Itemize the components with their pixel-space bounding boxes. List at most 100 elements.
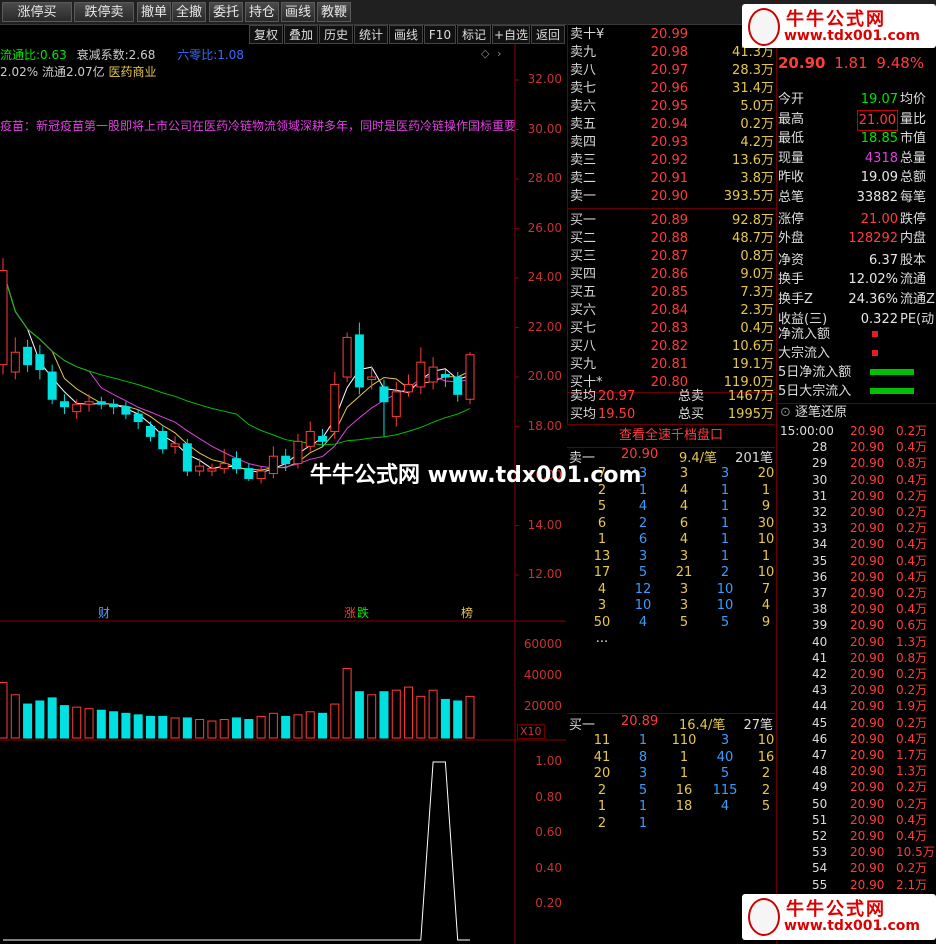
tick-price: 20.90 [850, 780, 885, 795]
order-button[interactable]: 委托 [209, 2, 243, 22]
buy-level-row[interactable]: 买六 20.84 2.3万 [568, 302, 776, 320]
chart-draw-button[interactable]: 画线 [389, 25, 423, 44]
candle[interactable] [47, 371, 57, 400]
tick-price: 20.90 [850, 569, 885, 584]
price-tick-label: 26.00 [527, 220, 562, 235]
adjust-button[interactable]: 复权 [249, 25, 283, 44]
marker-zhang[interactable]: 涨 [344, 604, 356, 621]
candle[interactable] [133, 413, 143, 423]
buy-level-row[interactable]: 买一 20.89 92.8万 [568, 212, 776, 230]
candle[interactable] [84, 401, 94, 405]
mark-button[interactable]: 标记 [457, 25, 491, 44]
candle[interactable] [428, 366, 438, 383]
candle[interactable] [10, 351, 20, 373]
buy-level-row[interactable]: 买三 20.87 0.8万 [568, 248, 776, 266]
candle[interactable] [268, 455, 278, 475]
depth-view-button[interactable]: 查看全速千档盘口 [567, 424, 775, 448]
tick-row: 30 20.90 0.4万 [780, 472, 936, 488]
candle[interactable] [453, 376, 463, 395]
candle[interactable] [59, 401, 69, 408]
tick-row: 44 20.90 1.9万 [780, 698, 936, 714]
pointer-button[interactable]: 教鞭 [317, 2, 351, 22]
candle[interactable] [404, 383, 414, 393]
sell-level-row[interactable]: 卖二 20.91 3.8万 [568, 170, 776, 188]
candle[interactable] [109, 403, 119, 408]
buy-level-row[interactable]: 买五 20.85 7.3万 [568, 284, 776, 302]
candle[interactable] [416, 361, 426, 388]
limit-down-sell-button[interactable]: 跌停卖 [74, 2, 134, 22]
history-button[interactable]: 历史 [319, 25, 353, 44]
level-price: 20.89 [650, 213, 688, 228]
candle[interactable] [158, 430, 168, 450]
buy-level-row[interactable]: 买九 20.81 19.1万 [568, 356, 776, 374]
sell-level-row[interactable]: 卖八 20.97 28.3万 [568, 62, 776, 80]
brand-logo-bottom: 牛牛公式网 www.tdx001.com [742, 894, 936, 940]
candle[interactable] [232, 458, 241, 470]
positions-button[interactable]: 持仓 [245, 2, 279, 22]
buy-level-row[interactable]: 买七 20.83 0.4万 [568, 320, 776, 338]
tick-volume: 0.2万 [896, 505, 928, 519]
candle[interactable] [440, 374, 450, 378]
candle[interactable] [0, 270, 8, 366]
candle[interactable] [391, 391, 401, 418]
queue-order: 1 [638, 482, 648, 498]
candle[interactable] [72, 403, 82, 413]
candle[interactable] [379, 386, 389, 403]
sell-level-row[interactable]: 卖四 20.93 4.2万 [568, 134, 776, 152]
candle[interactable] [330, 383, 340, 432]
cancel-all-button[interactable]: 全撤 [172, 2, 206, 22]
candle[interactable] [354, 334, 364, 388]
candle[interactable] [465, 354, 475, 400]
volume-unit: X10 [517, 724, 545, 739]
draw-line-button[interactable]: 画线 [281, 2, 315, 22]
sell-level-row[interactable]: 卖五 20.94 0.2万 [568, 116, 776, 134]
candle[interactable] [35, 354, 45, 371]
tick-time: 50 [812, 796, 828, 811]
candle[interactable] [256, 470, 266, 479]
sell-level-row[interactable]: 卖六 20.95 5.0万 [568, 98, 776, 116]
candle[interactable] [305, 430, 315, 447]
candle[interactable] [244, 468, 254, 479]
queue-order: 3 [679, 581, 689, 597]
ticks-header[interactable]: ⊙ 逐笔还原 [777, 403, 936, 422]
chevron-down-icon[interactable]: ⊙ [780, 405, 791, 420]
back-button[interactable]: 返回 [531, 25, 565, 44]
sell-level-row[interactable]: 卖三 20.92 13.6万 [568, 152, 776, 170]
candle[interactable] [96, 401, 106, 405]
buy-level-row[interactable]: 买二 20.88 48.7万 [568, 230, 776, 248]
overlay-button[interactable]: 叠加 [284, 25, 318, 44]
candle[interactable] [23, 346, 33, 366]
quote-row: 今开 19.07 均价 [778, 90, 936, 109]
candle[interactable] [367, 376, 377, 380]
candle[interactable] [145, 426, 155, 437]
queue-order: 3 [720, 466, 730, 481]
add-favorite-button[interactable]: +自选 [492, 25, 530, 44]
flow-label: 5日大宗流入 [778, 384, 852, 399]
candle[interactable] [281, 455, 291, 465]
buy-level-row[interactable]: 买四 20.86 9.0万 [568, 266, 776, 284]
candle[interactable] [293, 440, 303, 465]
level-volume: 10.6万 [732, 339, 774, 354]
candle[interactable] [182, 443, 192, 472]
marker-die[interactable]: 跌 [357, 604, 369, 621]
candle[interactable] [170, 443, 180, 447]
marker-bang[interactable]: 榜 [461, 604, 473, 621]
sell-level-row[interactable]: 卖七 20.96 31.4万 [568, 80, 776, 98]
sell-level-row[interactable]: 卖一 20.90 393.5万 [568, 188, 776, 206]
candle[interactable] [219, 463, 229, 470]
buy-level-row[interactable]: 买八 20.82 10.6万 [568, 338, 776, 356]
candle[interactable] [195, 465, 205, 472]
statistics-button[interactable]: 统计 [354, 25, 388, 44]
candle[interactable] [121, 406, 131, 415]
limit-up-buy-button[interactable]: 涨停买 [2, 2, 72, 22]
candle[interactable] [207, 468, 217, 472]
cancel-order-button[interactable]: 撤单 [137, 2, 171, 22]
marker-cai[interactable]: 财 [98, 604, 110, 621]
indicator-tick-label: 0.40 [535, 860, 562, 875]
f10-button[interactable]: F10 [424, 25, 456, 44]
queue-more[interactable]: ... [587, 631, 617, 646]
candle[interactable] [342, 336, 352, 378]
tick-volume: 0.2万 [896, 683, 928, 698]
kline-chart[interactable] [0, 44, 566, 944]
candle[interactable] [318, 435, 328, 442]
